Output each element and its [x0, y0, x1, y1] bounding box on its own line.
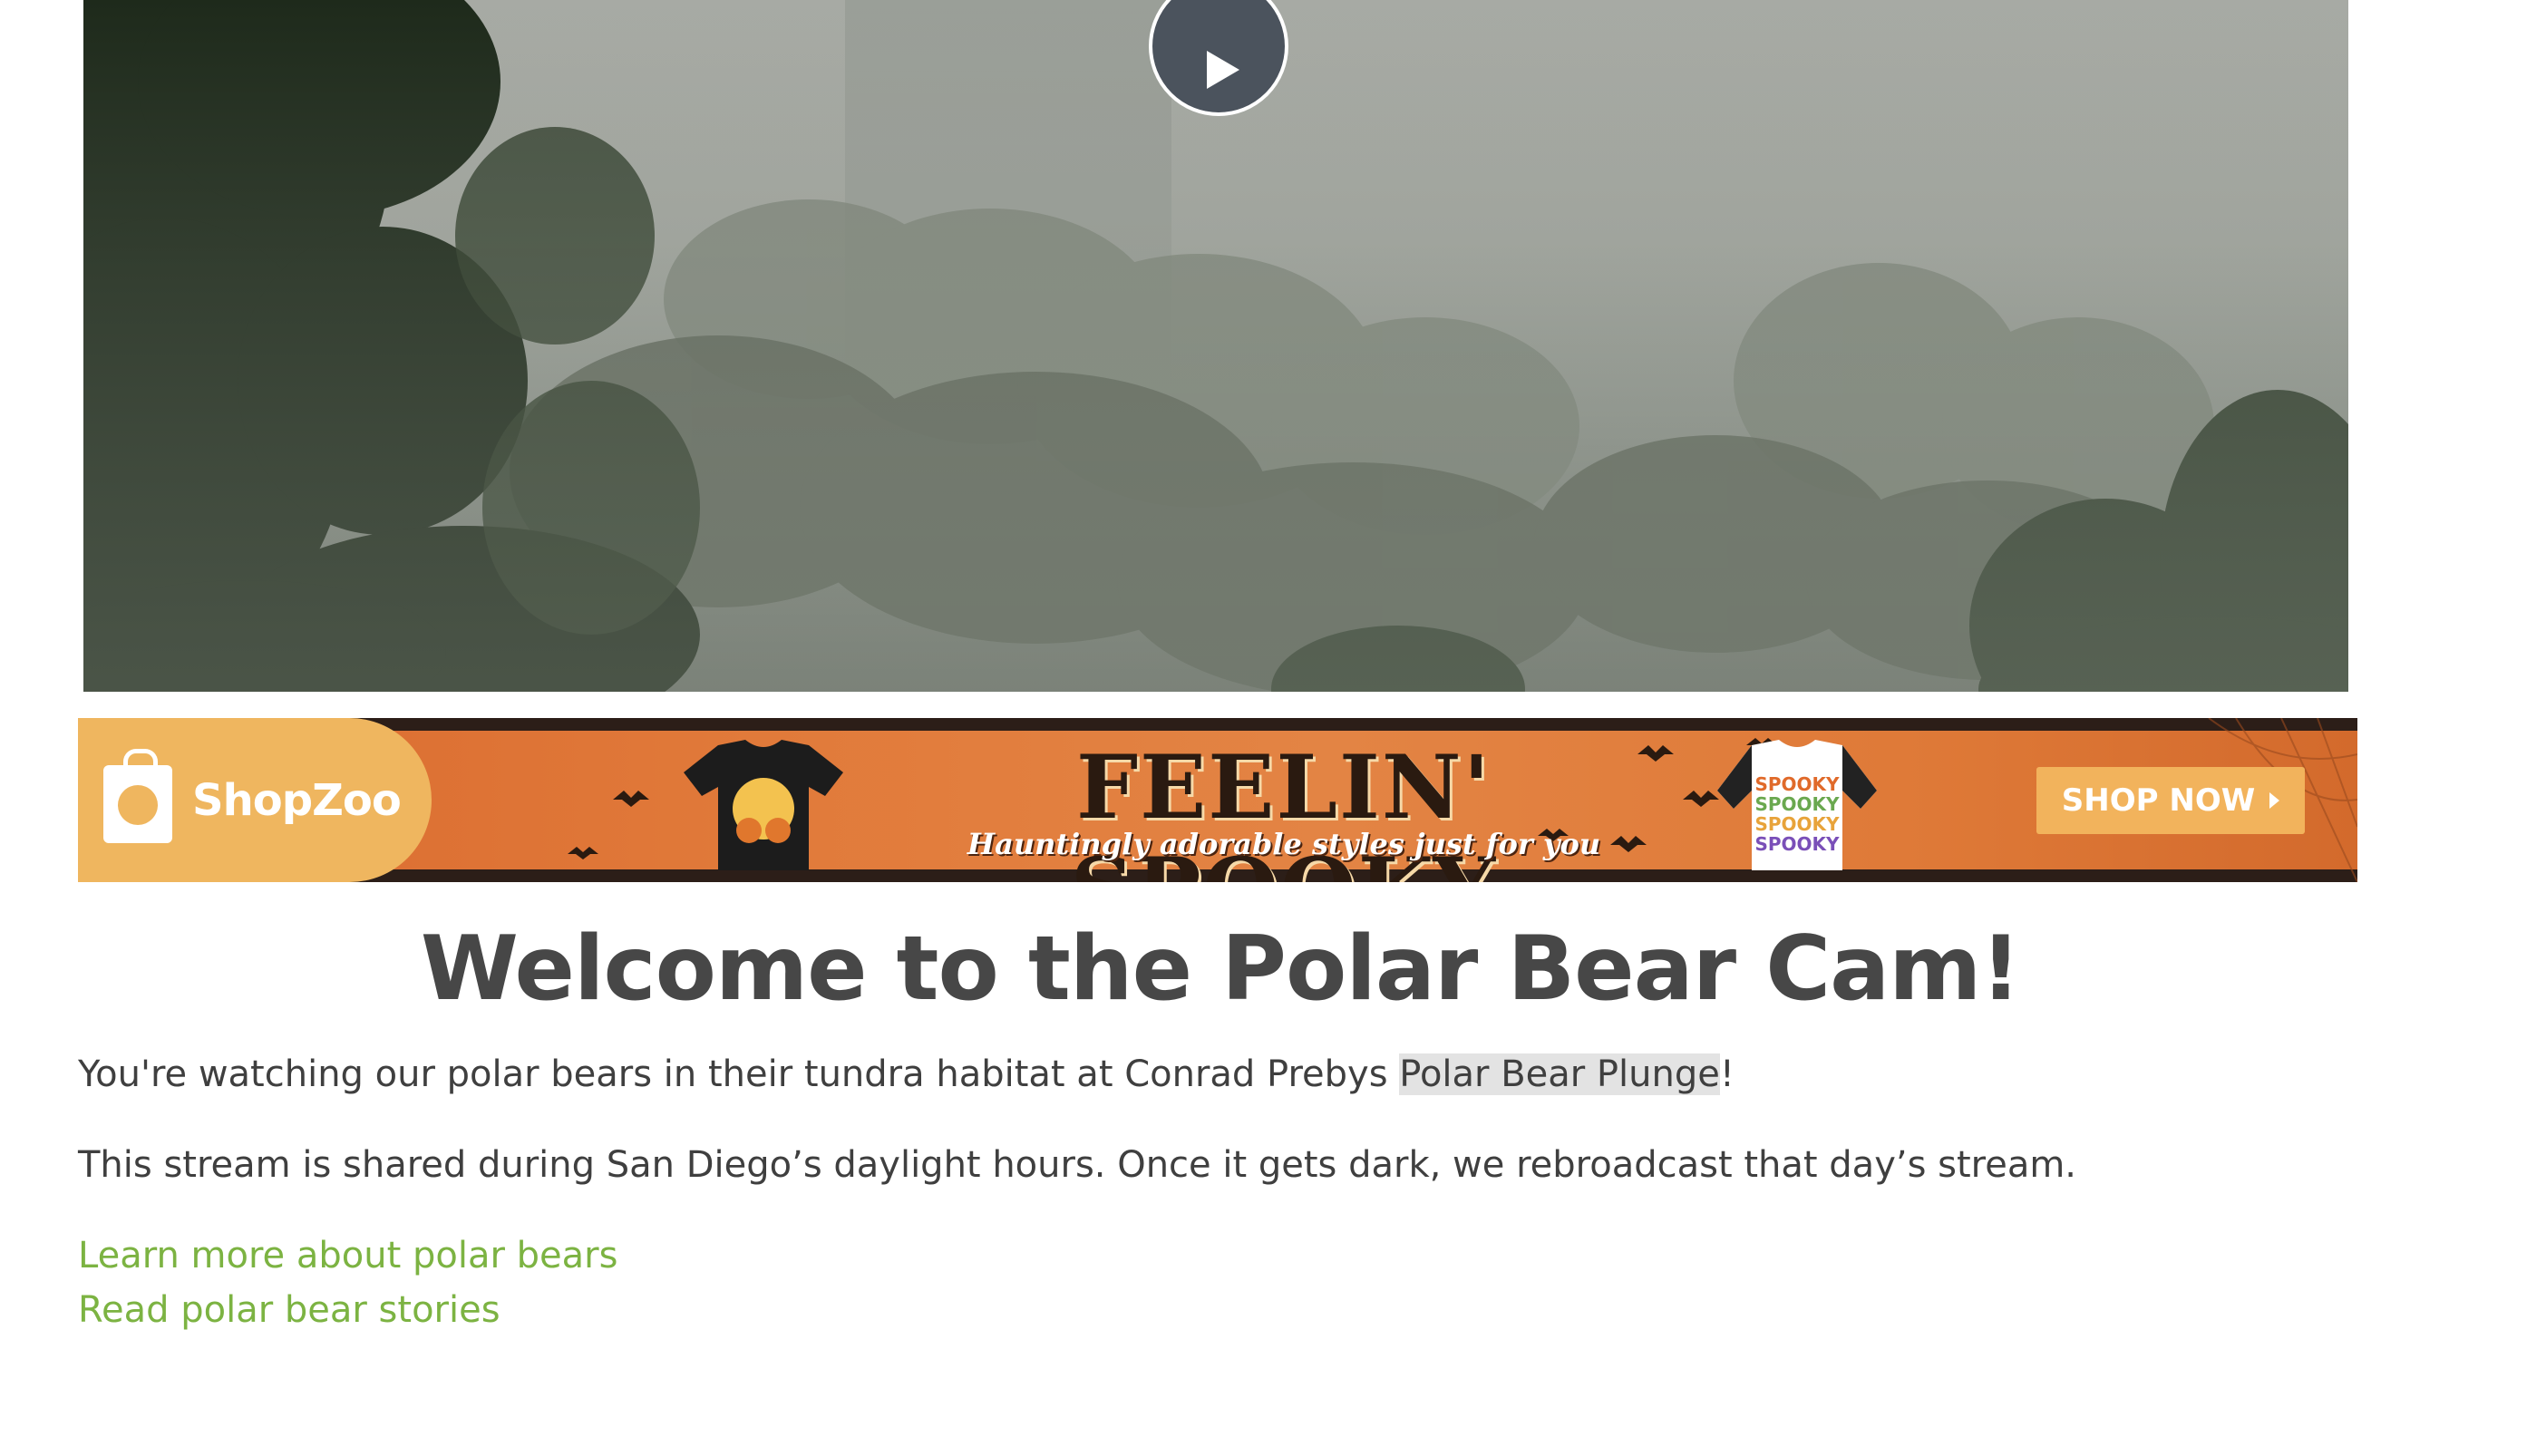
learn-more-link[interactable]: Learn more about polar bears — [78, 1235, 617, 1276]
svg-text:SPOOKY: SPOOKY — [1754, 773, 1840, 795]
halloween-tshirt-image — [684, 740, 843, 870]
svg-text:SPOOKY: SPOOKY — [1754, 813, 1840, 835]
svg-text:SPOOKY: SPOOKY — [1754, 793, 1840, 815]
brand-name: ShopZoo — [192, 774, 402, 826]
shopping-bag-icon — [103, 748, 172, 843]
shopzoo-banner-ad[interactable]: ShopZoo SPOOKY SPOOKY SPOOKY SPOOKY FEEL… — [78, 718, 2357, 882]
shopzoo-logo: ShopZoo — [78, 718, 432, 882]
svg-text:SPOOKY: SPOOKY — [1754, 833, 1840, 855]
page-title: Welcome to the Polar Bear Cam! — [420, 917, 2021, 1021]
schedule-paragraph: This stream is shared during San Diego’s… — [78, 1144, 2077, 1186]
spooky-raglan-shirt-image: SPOOKY SPOOKY SPOOKY SPOOKY — [1717, 740, 1877, 870]
stories-link[interactable]: Read polar bear stories — [78, 1289, 500, 1331]
chevron-right-icon — [2269, 792, 2280, 809]
shop-now-button[interactable]: SHOP NOW — [2036, 767, 2305, 834]
video-player[interactable] — [83, 0, 2348, 692]
banner-subheadline: Hauntingly adorable styles just for you — [967, 827, 1601, 861]
shop-now-label: SHOP NOW — [2061, 782, 2256, 819]
intro-text-end: ! — [1719, 1053, 1735, 1095]
play-icon — [1207, 51, 1239, 89]
intro-paragraph: You're watching our polar bears in their… — [78, 1053, 1735, 1095]
intro-text: You're watching our polar bears in their… — [78, 1053, 1400, 1095]
polar-bear-plunge-link[interactable]: Polar Bear Plunge — [1399, 1053, 1720, 1095]
